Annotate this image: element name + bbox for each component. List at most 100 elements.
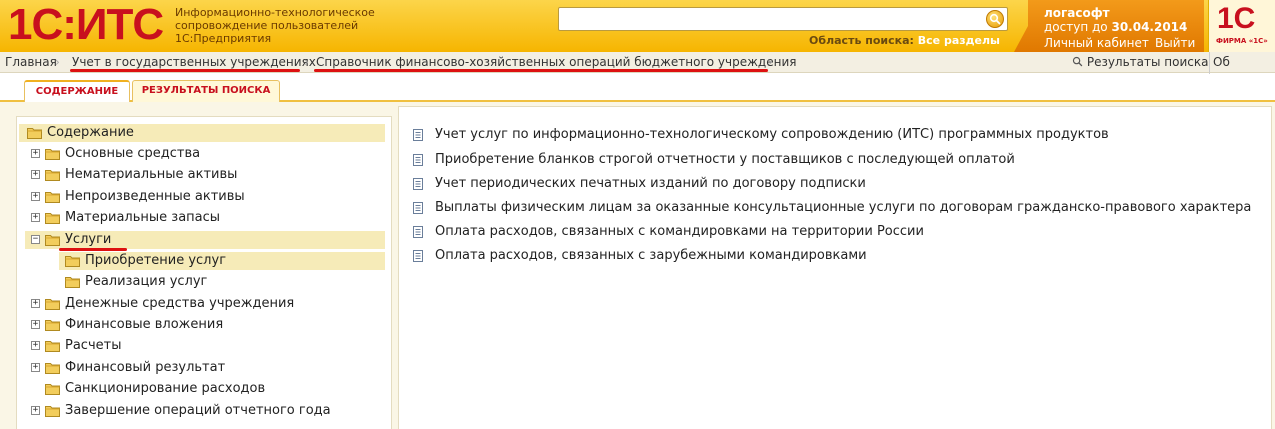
user-panel: логасофт доступ до 30.04.2014 Личный каб… bbox=[1014, 0, 1204, 52]
document-title: Учет услуг по информационно-технологичес… bbox=[435, 127, 1109, 142]
access-info: доступ до 30.04.2014 bbox=[1044, 20, 1187, 34]
access-prefix: доступ до bbox=[1044, 20, 1108, 34]
its-logo[interactable]: 1С:ИТС bbox=[8, 1, 164, 49]
breadcrumb-separator-icon: › bbox=[55, 55, 60, 69]
firm-logo-caption: ФИРМА «1С» bbox=[1216, 37, 1268, 45]
search-results-label: Результаты поиска bbox=[1086, 55, 1209, 69]
tree-item-label: Финансовые вложения bbox=[65, 317, 224, 332]
expand-icon[interactable]: + bbox=[31, 406, 40, 415]
search-input[interactable] bbox=[559, 8, 979, 30]
header: 1С:ИТС Информационно-технологическое соп… bbox=[0, 0, 1275, 52]
collapse-icon[interactable]: − bbox=[31, 235, 40, 244]
folder-icon bbox=[45, 405, 60, 417]
document-icon bbox=[413, 250, 423, 262]
document-list: Учет услуг по информационно-технологичес… bbox=[398, 106, 1272, 429]
tree-item-label: Содержание bbox=[47, 125, 134, 140]
search-results-link[interactable]: Результаты поиска bbox=[1072, 52, 1208, 72]
expand-icon[interactable]: + bbox=[31, 299, 40, 308]
tree-item[interactable]: + Основные средства bbox=[25, 145, 385, 163]
tree-item-label: Денежные средства учреждения bbox=[65, 296, 295, 311]
document-title: Приобретение бланков строгой отчетности … bbox=[435, 152, 1015, 167]
tree-item[interactable]: Содержание bbox=[19, 124, 385, 142]
annotation-underline bbox=[314, 69, 768, 72]
tree-item-label: Приобретение услуг bbox=[85, 253, 227, 268]
tree-item-label: Завершение операций отчетного года bbox=[65, 403, 331, 418]
tab-contents[interactable]: СОДЕРЖАНИЕ bbox=[24, 80, 130, 102]
tree-item[interactable]: Приобретение услуг bbox=[59, 252, 385, 270]
contents-tree: Содержание + Основные средства + Нематериаль… bbox=[16, 116, 392, 429]
tree-item[interactable]: Санкционирование расходов bbox=[25, 380, 385, 398]
document-icon bbox=[413, 226, 423, 238]
expand-icon[interactable]: + bbox=[31, 149, 40, 158]
document-icon bbox=[413, 154, 423, 166]
expand-icon[interactable]: + bbox=[31, 213, 40, 222]
folder-icon bbox=[45, 319, 60, 331]
firm-1c-logo[interactable]: 1С ФИРМА «1С» bbox=[1208, 0, 1275, 52]
document-icon bbox=[413, 129, 423, 141]
expand-icon[interactable]: + bbox=[31, 192, 40, 201]
folder-icon bbox=[45, 340, 60, 352]
tree-item[interactable]: + Нематериальные активы bbox=[25, 166, 385, 184]
tree-item[interactable]: + Непроизведенные активы bbox=[25, 188, 385, 206]
expand-icon[interactable]: + bbox=[31, 320, 40, 329]
tab-bar: СОДЕРЖАНИЕ РЕЗУЛЬТАТЫ ПОИСКА bbox=[0, 74, 1275, 102]
breadcrumb: Главная › Учет в государственных учрежде… bbox=[0, 52, 1275, 92]
tree-item-label: Нематериальные активы bbox=[65, 167, 238, 182]
search-box bbox=[558, 7, 1008, 31]
firm-logo-mark: 1С bbox=[1217, 2, 1256, 35]
tree-item-label: Финансовый результат bbox=[65, 360, 226, 375]
breadcrumb-home[interactable]: Главная bbox=[5, 52, 57, 72]
main-area: Содержание + Основные средства + Нематериаль… bbox=[0, 102, 1275, 429]
search-scope-label: Область поиска: bbox=[809, 34, 914, 47]
folder-icon bbox=[45, 212, 60, 224]
logo-subtitle-line: Информационно-технологическое bbox=[175, 6, 375, 19]
folder-icon bbox=[65, 255, 80, 267]
tree-item-label: Материальные запасы bbox=[65, 210, 221, 225]
tree-item-label: Непроизведенные активы bbox=[65, 189, 245, 204]
search-button[interactable] bbox=[986, 10, 1004, 28]
document-title: Выплаты физическим лицам за оказанные ко… bbox=[435, 200, 1252, 215]
expand-icon[interactable]: + bbox=[31, 341, 40, 350]
expand-icon[interactable]: + bbox=[31, 363, 40, 372]
logout-link[interactable]: Выйти bbox=[1155, 36, 1195, 50]
tree-item[interactable]: + Денежные средства учреждения bbox=[25, 295, 385, 313]
tree-item[interactable]: − Услуги bbox=[25, 231, 385, 249]
tab-search-results[interactable]: РЕЗУЛЬТАТЫ ПОИСКА bbox=[132, 80, 280, 102]
tree-item[interactable]: + Финансовый результат bbox=[25, 359, 385, 377]
folder-icon bbox=[45, 298, 60, 310]
folder-icon bbox=[45, 383, 60, 395]
logo-subtitle-line: 1С:Предприятия bbox=[175, 32, 272, 45]
search-scope: Область поиска: Все разделы bbox=[800, 34, 1000, 47]
document-icon bbox=[413, 202, 423, 214]
search-scope-value[interactable]: Все разделы bbox=[918, 34, 1000, 47]
expand-icon[interactable]: + bbox=[31, 170, 40, 179]
tree-item-label: Услуги bbox=[65, 232, 112, 247]
annotation-underline bbox=[59, 248, 127, 251]
document-title: Оплата расходов, связанных с командировк… bbox=[435, 224, 924, 239]
access-date: 30.04.2014 bbox=[1111, 20, 1188, 34]
document-title: Оплата расходов, связанных с зарубежными… bbox=[435, 248, 867, 263]
folder-icon bbox=[65, 276, 80, 288]
folder-icon bbox=[45, 191, 60, 203]
tree-item[interactable]: Реализация услуг bbox=[59, 273, 385, 291]
tree-item[interactable]: + Завершение операций отчетного года bbox=[25, 402, 385, 420]
folder-icon bbox=[45, 362, 60, 374]
breadcrumb-separator-icon: › bbox=[768, 55, 773, 69]
folder-icon bbox=[27, 127, 42, 139]
breadcrumb-separator-icon: › bbox=[304, 55, 309, 69]
annotation-underline bbox=[70, 69, 300, 72]
tree-item[interactable]: + Расчеты bbox=[25, 337, 385, 355]
tree-item-label: Реализация услуг bbox=[85, 274, 208, 289]
folder-icon bbox=[45, 148, 60, 160]
logo-subtitle-line: сопровождение пользователей bbox=[175, 19, 359, 32]
tree-item[interactable]: + Финансовые вложения bbox=[25, 316, 385, 334]
personal-cabinet-link[interactable]: Личный кабинет bbox=[1044, 36, 1149, 50]
tree-item-label: Основные средства bbox=[65, 146, 201, 161]
document-title: Учет периодических печатных изданий по д… bbox=[435, 176, 866, 191]
tree-item[interactable]: + Материальные запасы bbox=[25, 209, 385, 227]
tree-item-label: Санкционирование расходов bbox=[65, 381, 266, 396]
folder-icon bbox=[45, 234, 60, 246]
search-icon bbox=[989, 13, 1001, 25]
search-icon bbox=[1072, 56, 1083, 67]
tree-item-label: Расчеты bbox=[65, 338, 122, 353]
